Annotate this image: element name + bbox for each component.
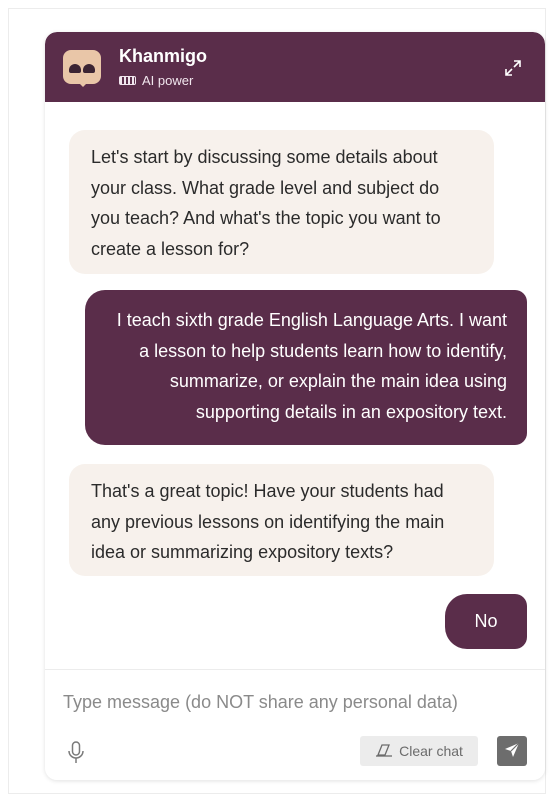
send-button[interactable] (497, 736, 527, 766)
clear-chat-button[interactable]: Clear chat (360, 736, 478, 766)
expand-icon[interactable] (503, 58, 523, 78)
chat-subtitle: AI power (119, 73, 193, 88)
subtitle-text: AI power (142, 73, 194, 88)
eraser-icon (375, 743, 393, 760)
composer: Clear chat (45, 669, 545, 780)
chat-title: Khanmigo (119, 46, 207, 66)
chat-panel: Khanmigo AI power Let's start by discuss… (45, 32, 545, 780)
chat-header: Khanmigo AI power (45, 32, 545, 102)
user-message: I teach sixth grade English Language Art… (85, 290, 527, 445)
microphone-icon[interactable] (67, 740, 85, 766)
send-icon (504, 742, 520, 761)
assistant-message: That's a great topic! Have your students… (69, 464, 494, 576)
avatar-left-eye (69, 64, 81, 73)
assistant-message: Let's start by discussing some details a… (69, 130, 494, 274)
avatar-right-eye (83, 64, 95, 73)
khanmigo-avatar-icon (63, 50, 101, 87)
battery-icon (119, 76, 136, 85)
avatar-tail (77, 81, 89, 87)
user-message: No (445, 594, 527, 649)
clear-chat-label: Clear chat (399, 743, 463, 759)
message-input[interactable] (63, 686, 523, 718)
